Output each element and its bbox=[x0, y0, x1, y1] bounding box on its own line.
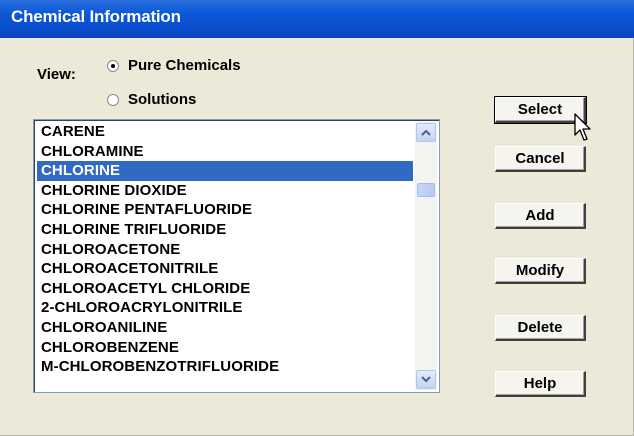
list-item[interactable]: 2-CHLOROACRYLONITRILE bbox=[37, 298, 413, 318]
radio-pure-chemicals-label[interactable]: Pure Chemicals bbox=[128, 57, 241, 74]
title-bar[interactable]: Chemical Information bbox=[0, 0, 634, 38]
scroll-down-button[interactable] bbox=[416, 370, 436, 389]
scroll-thumb[interactable] bbox=[417, 183, 435, 197]
list-item[interactable]: CHLOROACETYL CHLORIDE bbox=[37, 279, 413, 299]
radio-solutions[interactable]: Solutions bbox=[107, 91, 196, 108]
chevron-up-icon bbox=[421, 129, 431, 136]
list-item[interactable]: CHLORINE bbox=[37, 161, 413, 181]
radio-pure-chemicals[interactable]: Pure Chemicals bbox=[107, 57, 241, 74]
list-item[interactable]: M-CHLOROBENZOTRIFLUORIDE bbox=[37, 357, 413, 377]
chemical-information-dialog: Chemical Information View: Pure Chemical… bbox=[0, 0, 634, 436]
modify-button[interactable]: Modify bbox=[495, 258, 586, 284]
list-item[interactable]: CHLORINE DIOXIDE bbox=[37, 181, 413, 201]
list-item[interactable]: CHLORINE PENTAFLUORIDE bbox=[37, 200, 413, 220]
list-item[interactable]: CHLOROACETONITRILE bbox=[37, 259, 413, 279]
list-item[interactable]: CHLOROBENZENE bbox=[37, 338, 413, 358]
cancel-button[interactable]: Cancel bbox=[495, 146, 586, 172]
radio-dot[interactable] bbox=[107, 93, 119, 106]
help-button[interactable]: Help bbox=[495, 371, 586, 397]
list-item[interactable]: CARENE bbox=[37, 122, 413, 142]
chemical-list-items: CARENE CHLORAMINE CHLORINE CHLORINE DIOXIDE… bbox=[37, 122, 413, 377]
radio-dot-checked[interactable] bbox=[107, 59, 119, 72]
chevron-down-icon bbox=[421, 376, 431, 383]
chemical-list[interactable]: CARENE CHLORAMINE CHLORINE CHLORINE DIOXIDE… bbox=[33, 119, 440, 393]
vertical-scrollbar[interactable] bbox=[415, 122, 437, 390]
view-label: View: bbox=[37, 66, 76, 83]
list-item[interactable]: CHLORAMINE bbox=[37, 142, 413, 162]
add-button[interactable]: Add bbox=[495, 203, 586, 229]
scroll-up-button[interactable] bbox=[416, 123, 436, 142]
list-item[interactable]: CHLORINE TRIFLUORIDE bbox=[37, 220, 413, 240]
radio-solutions-label[interactable]: Solutions bbox=[128, 91, 196, 108]
list-item[interactable]: CHLOROANILINE bbox=[37, 318, 413, 338]
list-item[interactable]: CHLOROACETONE bbox=[37, 240, 413, 260]
mouse-pointer-icon bbox=[574, 113, 591, 141]
delete-button[interactable]: Delete bbox=[495, 315, 586, 341]
window-title: Chemical Information bbox=[11, 7, 181, 26]
